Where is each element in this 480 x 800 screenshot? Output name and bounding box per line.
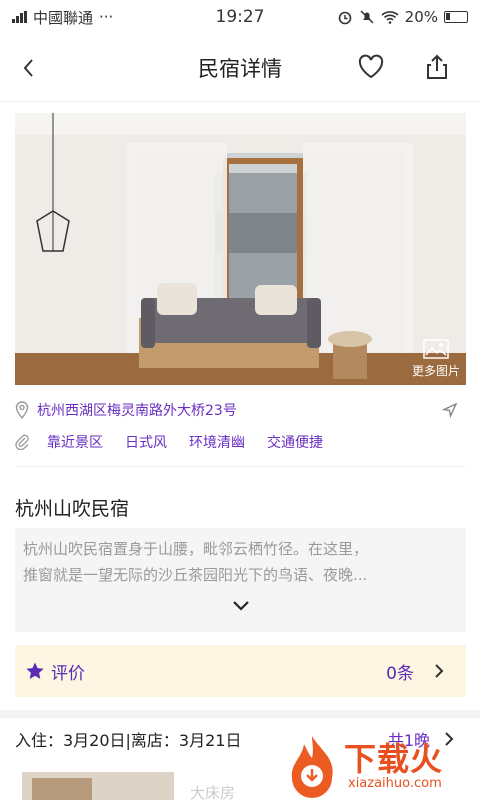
room-photo-image [15, 113, 466, 385]
address-row[interactable]: 杭州西湖区梅灵南路外大桥23号 [15, 398, 466, 422]
description-line: 杭州山吹民宿置身于山腰，毗邻云栖竹径。在这里， [23, 540, 369, 558]
tag: 环境清幽 [189, 435, 245, 451]
battery-percent: 20% [404, 8, 438, 26]
review-count: 0条 [386, 663, 414, 684]
back-button[interactable] [14, 52, 42, 84]
review-label: 评价 [51, 663, 85, 684]
chevron-right-icon [435, 664, 444, 678]
mute-icon [360, 10, 374, 24]
page-title: 民宿详情 [198, 56, 282, 81]
review-row[interactable]: 评价 0条 [15, 645, 466, 697]
listing-photo[interactable]: 更多图片 [15, 113, 466, 385]
signal-icon [12, 11, 27, 23]
notification-dots: ··· [99, 8, 114, 26]
address-text: 杭州西湖区梅灵南路外大桥23号 [37, 403, 237, 419]
nav-bar: 民宿详情 [0, 34, 480, 102]
flame-logo-icon [291, 736, 333, 798]
carrier-label: 中國聯通 [33, 8, 94, 27]
heart-icon [358, 54, 384, 79]
expand-chevron-icon[interactable] [231, 598, 251, 614]
tag: 靠近景区 [47, 435, 103, 451]
more-photos-label: 更多图片 [411, 364, 460, 378]
paperclip-icon [15, 434, 29, 450]
listing-title: 杭州山吹民宿 [15, 498, 130, 520]
section-separator [0, 710, 480, 718]
clock: 19:27 [215, 7, 265, 27]
tag: 日式风 [125, 435, 167, 451]
watermark-url: xiazaihuo.com [348, 776, 442, 791]
tag: 交通便捷 [267, 435, 323, 451]
watermark-brand: 下载火 [344, 740, 444, 778]
room-thumbnail[interactable] [22, 772, 174, 800]
share-icon [427, 54, 447, 79]
room-thumbnail-image [22, 772, 174, 800]
chevron-left-icon [23, 59, 33, 77]
navigation-arrow-icon[interactable] [442, 402, 458, 418]
location-pin-icon [15, 401, 29, 419]
description-box: 杭州山吹民宿置身于山腰，毗邻云栖竹径。在这里， 推窗就是一望无际的沙丘茶园阳光下… [15, 528, 466, 632]
battery-icon [444, 11, 468, 23]
star-icon [26, 662, 44, 679]
divider [15, 466, 466, 467]
favorite-button[interactable] [356, 52, 388, 84]
share-button[interactable] [422, 52, 454, 84]
status-bar: 中國聯通 ··· 19:27 20% [0, 0, 480, 34]
more-photos-button[interactable]: 更多图片 [412, 339, 460, 379]
alarm-icon [338, 11, 351, 25]
wifi-icon [381, 11, 399, 24]
description-line: 推窗就是一望无际的沙丘茶园阳光下的鸟语、夜晚... [23, 566, 368, 584]
stay-dates: 入住：3月20日|离店：3月21日 [15, 731, 242, 750]
room-name: 大床房 [190, 784, 236, 800]
image-icon [423, 339, 449, 359]
watermark: 下载火 xiazaihuo.com [282, 732, 476, 800]
tag-row: 靠近景区 日式风 环境清幽 交通便捷 [15, 430, 466, 454]
